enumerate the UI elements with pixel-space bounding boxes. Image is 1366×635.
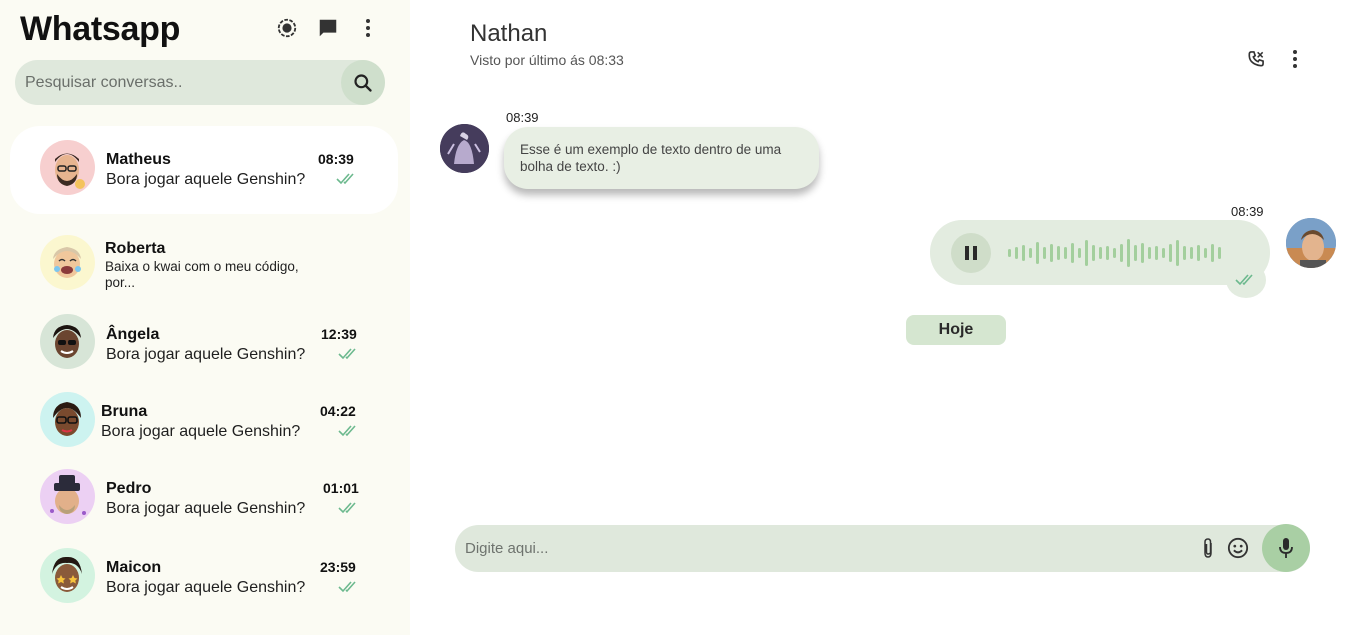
chat-list-item-angela[interactable]: Ângela Bora jogar aquele Genshin? 12:39	[10, 310, 398, 374]
chat-time: 08:39	[318, 151, 354, 167]
date-divider-badge: Hoje	[906, 315, 1006, 345]
search-input[interactable]	[25, 60, 345, 105]
read-status	[1226, 262, 1266, 298]
search-bar	[15, 60, 385, 105]
audio-waveform[interactable]	[1008, 238, 1222, 268]
more-vertical-icon[interactable]	[355, 15, 381, 41]
double-check-icon	[338, 425, 356, 437]
chat-last-message: Bora jogar aquele Genshin?	[101, 423, 301, 440]
search-icon	[354, 73, 372, 92]
chat-list-item-roberta[interactable]: Roberta Baixa o kwai com o meu código, p…	[10, 228, 398, 300]
message-time: 08:39	[1231, 204, 1264, 219]
chat-list-item-pedro[interactable]: Pedro Bora jogar aquele Genshin? 01:01	[10, 466, 398, 530]
search-button[interactable]	[341, 60, 385, 105]
chat-last-message: Baixa o kwai com o meu código, por...	[105, 259, 299, 290]
chat-name: Matheus	[106, 151, 171, 168]
last-seen-status: Visto por último ás 08:33	[470, 52, 624, 68]
chat-name: Maicon	[106, 559, 162, 576]
double-check-icon	[338, 348, 356, 360]
more-vertical-icon[interactable]	[1283, 47, 1307, 71]
chat-time: 04:22	[320, 403, 356, 419]
contact-name[interactable]: Nathan	[470, 20, 547, 48]
avatar	[40, 235, 95, 290]
status-circle-icon[interactable]	[274, 15, 300, 41]
avatar	[40, 548, 95, 603]
pause-icon	[965, 246, 977, 260]
chat-list-item-bruna[interactable]: Bruna Bora jogar aquele Genshin? 04:22	[10, 388, 398, 452]
incoming-message-bubble[interactable]: Esse é um exemplo de texto dentro de uma…	[504, 127, 819, 189]
app-title: Whatsapp	[20, 10, 181, 48]
microphone-icon	[1279, 538, 1293, 558]
pause-button[interactable]	[951, 233, 991, 273]
message-composer	[455, 524, 1310, 572]
avatar	[40, 314, 95, 369]
paperclip-icon[interactable]	[1196, 536, 1220, 560]
chat-time: 23:59	[320, 559, 356, 575]
chat-time: 12:39	[321, 326, 357, 342]
chat-list-item-maicon[interactable]: Maicon Bora jogar aquele Genshin? 23:59	[10, 545, 398, 609]
chat-name: Bruna	[101, 403, 148, 420]
double-check-icon	[338, 502, 356, 514]
chat-list-item-matheus[interactable]: Matheus Bora jogar aquele Genshin? 08:39	[10, 126, 398, 214]
chat-bubble-icon[interactable]	[315, 15, 341, 41]
record-voice-button[interactable]	[1262, 524, 1310, 572]
chat-time: 01:01	[323, 480, 359, 496]
chat-last-message: Bora jogar aquele Genshin?	[106, 579, 306, 596]
chat-name: Roberta	[105, 240, 166, 257]
phone-call-icon[interactable]	[1244, 47, 1268, 71]
chat-last-message: Bora jogar aquele Genshin?	[106, 500, 306, 517]
chat-name: Ângela	[106, 326, 160, 343]
double-check-icon	[338, 581, 356, 593]
chat-panel: Nathan Visto por último ás 08:33 08:39 E…	[410, 0, 1366, 635]
message-input[interactable]	[465, 525, 1185, 572]
sidebar: Whatsapp Matheus Bora jogar aquele Gensh…	[0, 0, 410, 635]
avatar	[40, 140, 95, 195]
avatar	[40, 469, 95, 524]
outgoing-audio-bubble	[930, 220, 1270, 298]
own-avatar	[1286, 218, 1336, 268]
smiley-icon[interactable]	[1226, 536, 1250, 560]
chat-name: Pedro	[106, 480, 152, 497]
chat-last-message: Bora jogar aquele Genshin?	[106, 171, 306, 188]
app-window: Whatsapp Matheus Bora jogar aquele Gensh…	[0, 0, 1366, 635]
double-check-icon	[336, 173, 354, 185]
double-check-icon	[1235, 274, 1253, 286]
sender-avatar	[440, 124, 489, 173]
message-time: 08:39	[506, 110, 539, 125]
avatar	[40, 392, 95, 447]
chat-last-message: Bora jogar aquele Genshin?	[106, 346, 306, 363]
